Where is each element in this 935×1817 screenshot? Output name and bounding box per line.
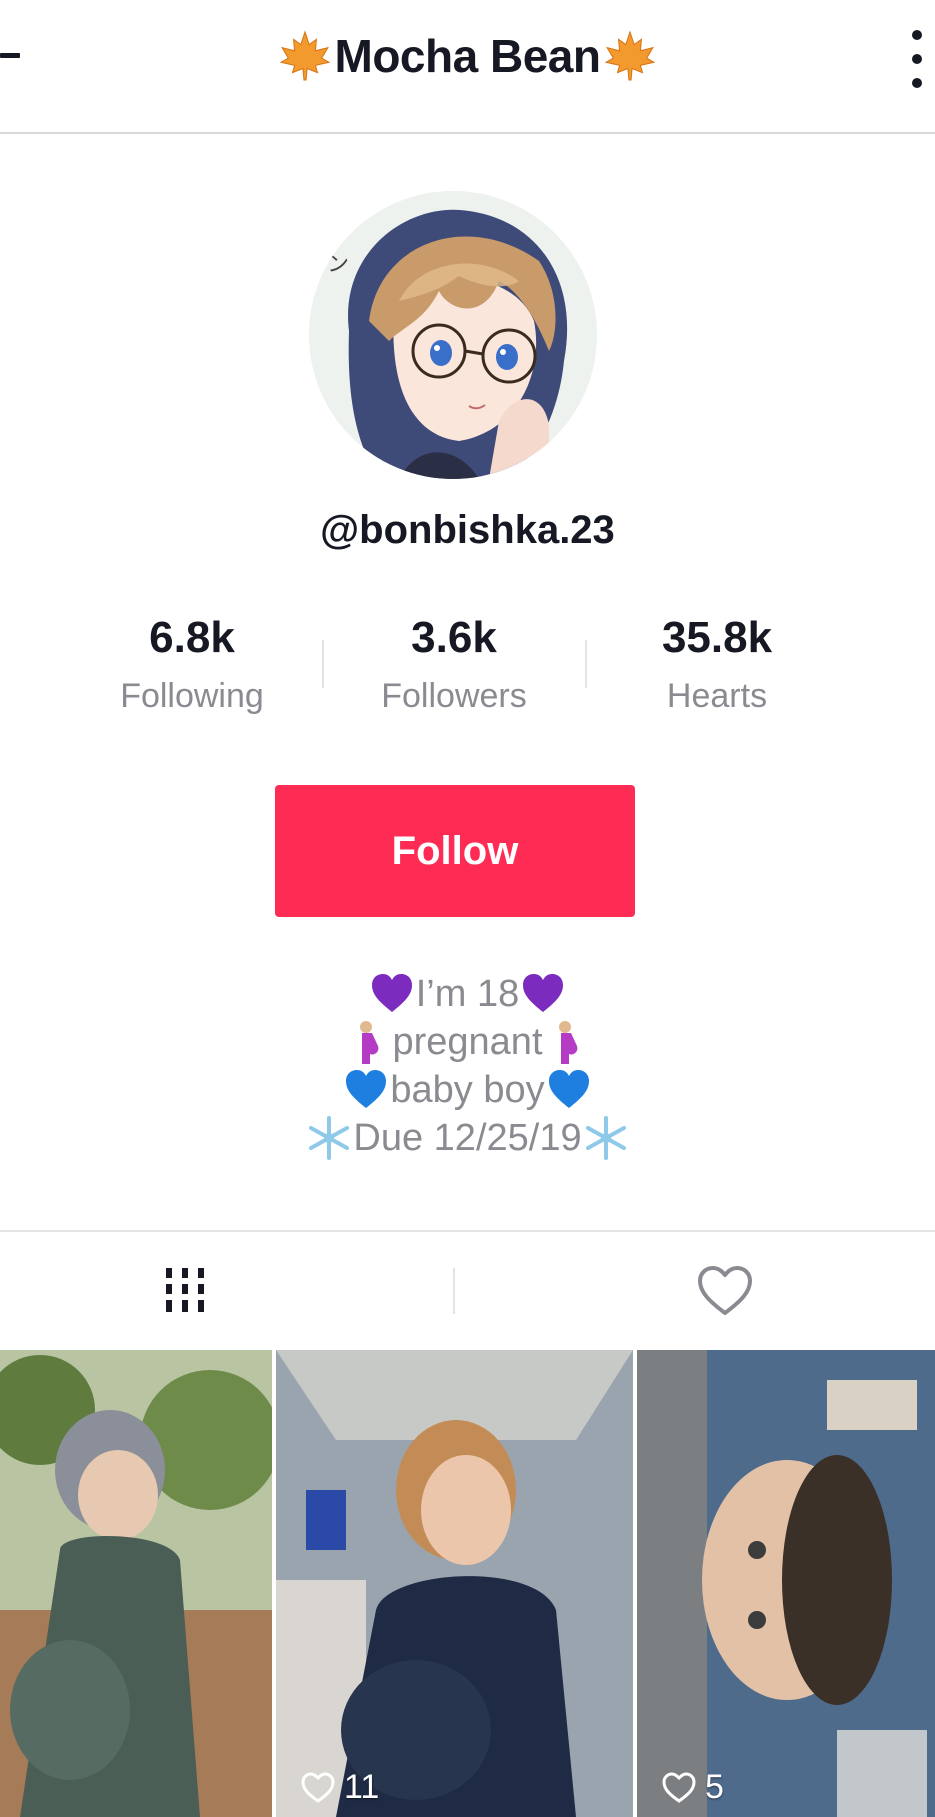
pregnant-woman-icon — [360, 1021, 379, 1064]
tab-liked[interactable] — [560, 1232, 890, 1350]
stats-row: 6.8k Following 3.6k Followers 35.8k Hear… — [0, 608, 935, 728]
follow-button[interactable]: Follow — [275, 785, 635, 917]
more-options-icon[interactable] — [907, 30, 927, 88]
tab-divider — [453, 1268, 455, 1314]
bio-text: I’m 18 — [415, 973, 520, 1015]
bio-line: pregnant — [0, 1018, 935, 1066]
video-thumbnail[interactable] — [0, 1350, 272, 1817]
video-thumbnail[interactable]: 5 — [637, 1350, 935, 1817]
bio: I’m 18 pregnant baby boy Due 12/25/19 — [0, 970, 935, 1162]
username: @bonbishka.23 — [320, 508, 615, 552]
title-text: Mocha Bean — [334, 30, 601, 82]
video-likes: 11 — [300, 1768, 379, 1807]
blue-heart-icon — [548, 1070, 589, 1108]
video-preview-image — [276, 1350, 633, 1817]
following-label: Following — [120, 677, 264, 715]
video-grid: 11 5 — [0, 1350, 935, 1817]
video-preview-image — [637, 1350, 935, 1817]
bio-text: pregnant — [392, 1021, 543, 1063]
followers-label: Followers — [381, 677, 527, 715]
heart-outline-icon — [698, 1266, 752, 1315]
bio-text: Due 12/25/19 — [353, 1117, 582, 1159]
maple-leaf-icon — [279, 30, 330, 81]
snowflake-icon — [309, 1116, 350, 1160]
stat-followers[interactable]: 3.6k Followers — [334, 608, 574, 720]
tab-videos[interactable] — [0, 1232, 370, 1350]
followers-count: 3.6k — [411, 613, 497, 662]
blue-heart-icon — [346, 1070, 387, 1108]
maple-leaf-icon — [605, 30, 656, 81]
page-title: Mocha Bean — [0, 26, 935, 86]
hearts-count: 35.8k — [661, 613, 773, 662]
likes-count: 11 — [344, 1768, 380, 1806]
heart-outline-icon — [662, 1771, 696, 1803]
video-likes: 5 — [661, 1768, 724, 1807]
bio-line: I’m 18 — [0, 970, 935, 1018]
hearts-label: Hearts — [666, 677, 768, 715]
top-bar: Mocha Bean — [0, 0, 935, 134]
video-preview-image — [0, 1350, 272, 1817]
purple-heart-icon — [371, 974, 412, 1012]
following-count: 6.8k — [149, 613, 235, 662]
stat-following[interactable]: 6.8k Following — [72, 608, 312, 720]
bio-text: baby boy — [390, 1069, 545, 1111]
stat-divider — [322, 640, 324, 688]
purple-heart-icon — [523, 974, 564, 1012]
video-thumbnail[interactable]: 11 — [276, 1350, 633, 1817]
grid-icon — [166, 1268, 204, 1312]
bio-line: baby boy — [0, 1066, 935, 1114]
stat-divider — [585, 640, 587, 688]
svg-text:ン: ン — [327, 252, 349, 277]
snowflake-icon — [585, 1116, 626, 1160]
pregnant-woman-icon — [558, 1021, 577, 1064]
profile-page: Mocha Bean ン @bonbishka.23 6.8k Followin… — [0, 0, 935, 1817]
likes-count: 5 — [705, 1768, 724, 1806]
avatar[interactable]: ン — [309, 191, 597, 479]
stat-hearts[interactable]: 35.8k Hearts — [597, 608, 837, 720]
profile-tabs — [0, 1230, 935, 1350]
heart-outline-icon — [301, 1771, 335, 1803]
bio-line: Due 12/25/19 — [0, 1114, 935, 1162]
